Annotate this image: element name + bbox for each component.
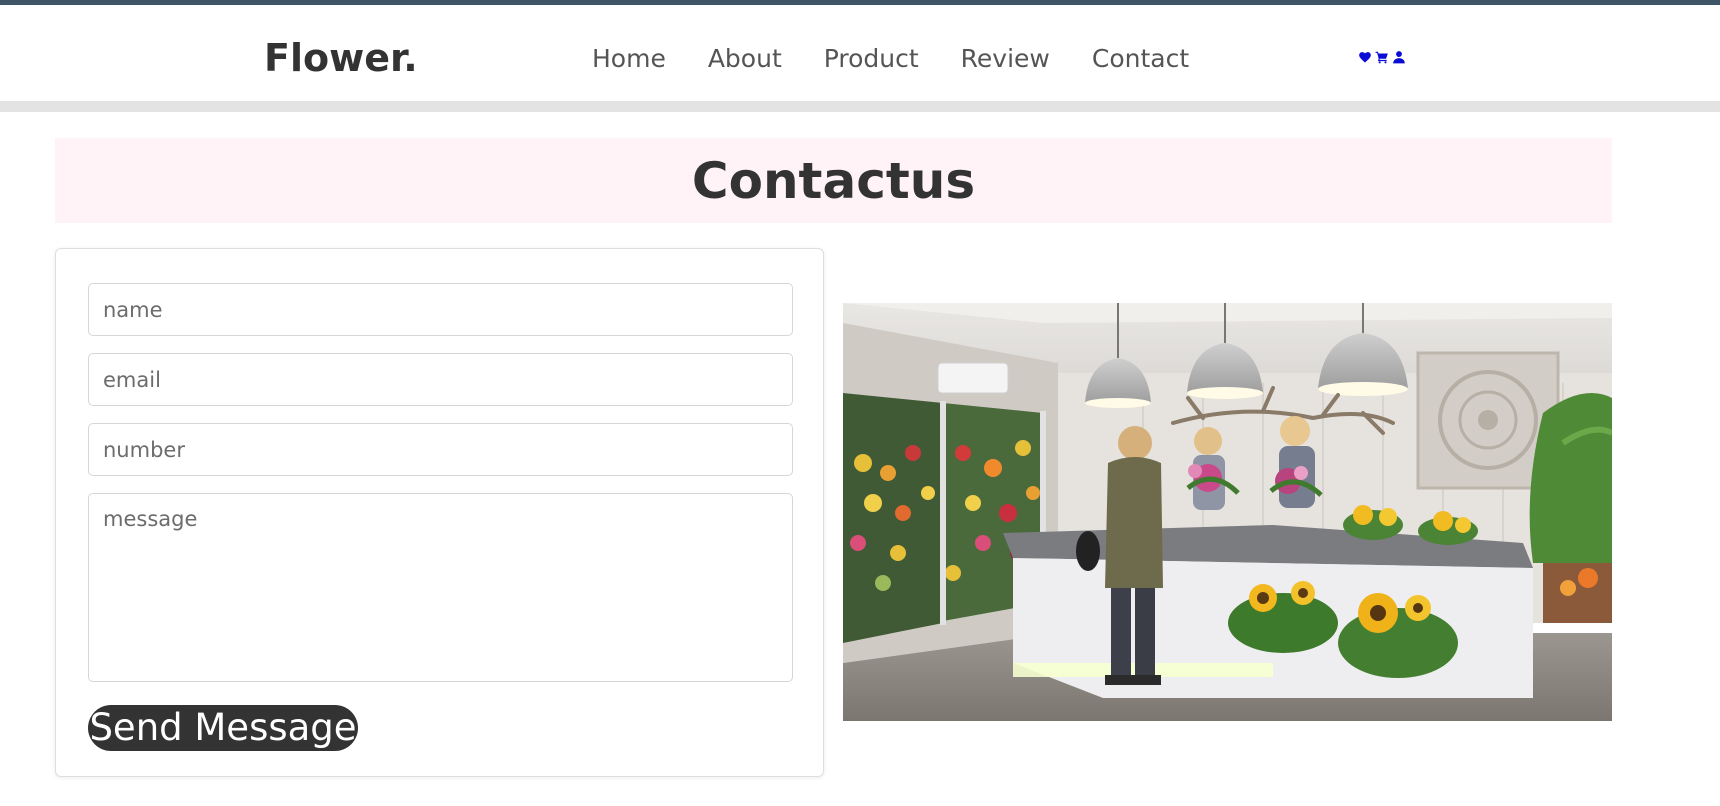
nav-home[interactable]: Home bbox=[592, 41, 666, 77]
page-title-banner: Contactus bbox=[55, 138, 1612, 223]
site-header: Flower. Home About Product Review Contac… bbox=[0, 5, 1720, 101]
cart-icon[interactable] bbox=[1374, 49, 1389, 64]
email-field[interactable] bbox=[88, 353, 793, 406]
number-field[interactable] bbox=[88, 423, 793, 476]
nav-about[interactable]: About bbox=[708, 41, 782, 77]
site-logo[interactable]: Flower. bbox=[264, 33, 418, 83]
main-nav: Home About Product Review Contact bbox=[592, 41, 1231, 77]
header-divider bbox=[0, 101, 1720, 112]
header-icons bbox=[1357, 49, 1406, 64]
send-message-button[interactable]: Send Message bbox=[88, 705, 358, 751]
message-field[interactable] bbox=[88, 493, 793, 682]
nav-contact[interactable]: Contact bbox=[1092, 41, 1189, 77]
page-title: Contactus bbox=[691, 151, 976, 210]
name-field[interactable] bbox=[88, 283, 793, 336]
user-icon[interactable] bbox=[1391, 49, 1406, 64]
heart-icon[interactable] bbox=[1357, 49, 1372, 64]
flower-shop-photo bbox=[843, 303, 1612, 721]
nav-review[interactable]: Review bbox=[961, 41, 1050, 77]
nav-product[interactable]: Product bbox=[824, 41, 919, 77]
contact-form: Send Message bbox=[55, 248, 824, 777]
